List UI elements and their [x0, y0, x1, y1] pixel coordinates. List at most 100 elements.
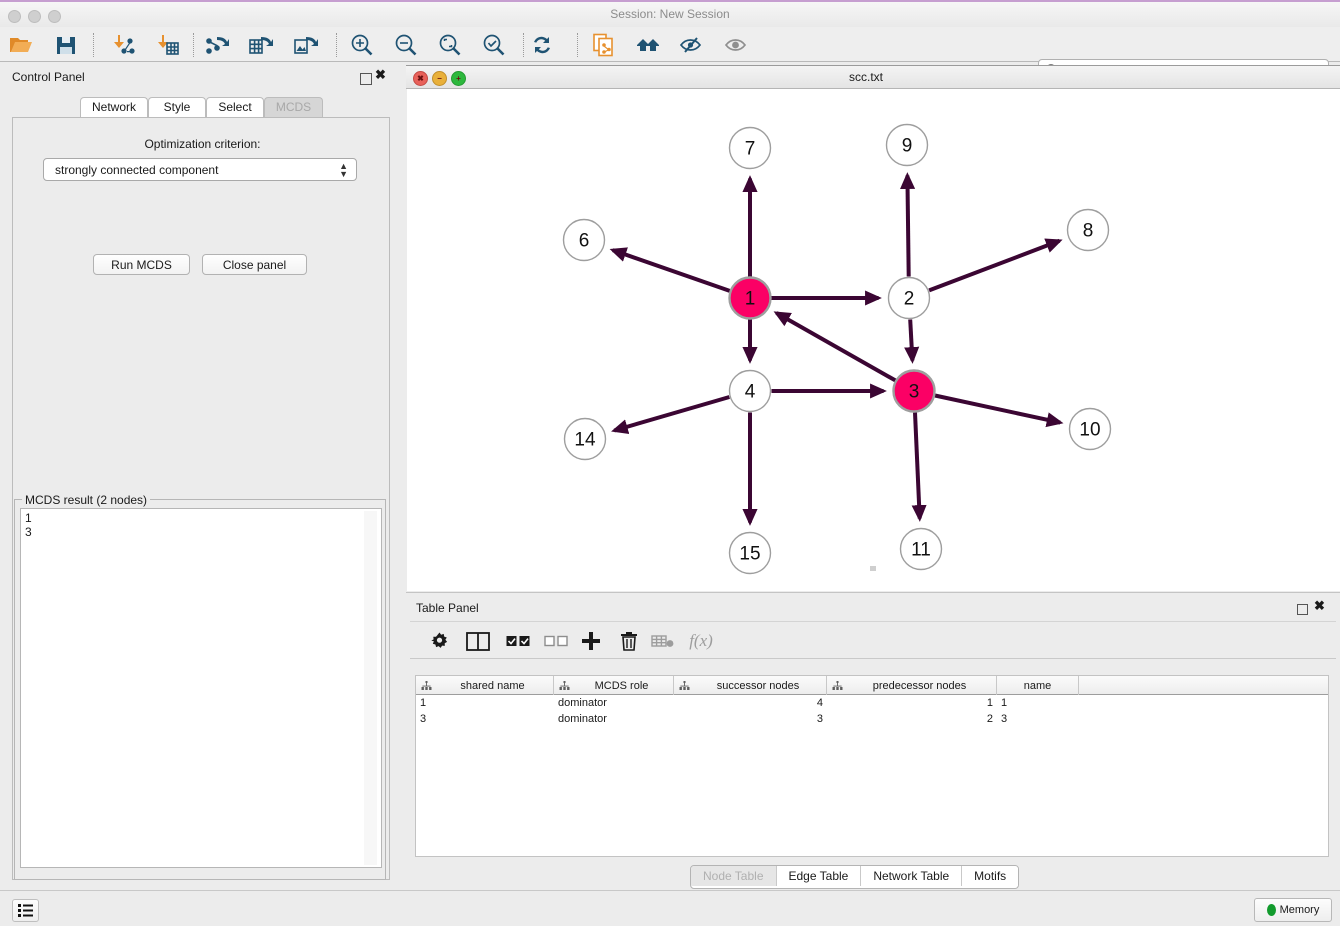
export-image-icon[interactable]: [293, 32, 319, 58]
run-mcds-button[interactable]: Run MCDS: [93, 254, 190, 275]
close-icon[interactable]: ✖: [375, 67, 386, 83]
graph-node-7[interactable]: 7: [730, 128, 771, 169]
graph-node-2[interactable]: 2: [889, 278, 930, 319]
table-column-header[interactable]: MCDS role: [554, 676, 674, 695]
memory-button[interactable]: Memory: [1254, 898, 1332, 922]
table-column-label: MCDS role: [570, 680, 673, 692]
graph-edge-4-to-14[interactable]: [614, 397, 729, 431]
zoom-out-icon[interactable]: [393, 32, 419, 58]
control-panel-tab-style[interactable]: Style: [148, 97, 206, 117]
close-panel-button[interactable]: Close panel: [202, 254, 307, 275]
graph-node-label: 10: [1079, 420, 1100, 441]
graph-node-label: 3: [909, 382, 920, 403]
control-panel-tab-select[interactable]: Select: [206, 97, 264, 117]
export-network-icon[interactable]: [205, 32, 231, 58]
float-panel-icon[interactable]: [360, 73, 372, 85]
close-icon[interactable]: ✖: [1314, 598, 1325, 614]
graph-edge-3-to-10[interactable]: [935, 396, 1060, 423]
select-all-checkboxes-icon[interactable]: [505, 629, 533, 653]
graph-node-14[interactable]: 14: [565, 419, 606, 460]
graph-node-11[interactable]: 11: [901, 529, 942, 570]
open-folder-icon[interactable]: [8, 32, 34, 58]
graph-node-10[interactable]: 10: [1070, 409, 1111, 450]
node-table[interactable]: shared name MCDS role successor nodes prede…: [415, 675, 1329, 857]
save-icon[interactable]: [53, 32, 79, 58]
import-table-icon[interactable]: [154, 32, 180, 58]
mcds-result-line: 3: [25, 525, 377, 539]
table-column-header[interactable]: predecessor nodes: [827, 676, 997, 695]
table-column-header[interactable]: successor nodes: [674, 676, 827, 695]
graph-edge-1-to-6[interactable]: [613, 250, 730, 291]
graph-node-8[interactable]: 8: [1068, 210, 1109, 251]
table-cell[interactable]: 3: [416, 711, 554, 727]
zoom-selected-icon[interactable]: [481, 32, 507, 58]
table-cell[interactable]: dominator: [554, 711, 674, 727]
memory-status-indicator: [1267, 904, 1276, 916]
float-panel-icon[interactable]: [1297, 604, 1308, 615]
graph-node-6[interactable]: 6: [564, 220, 605, 261]
optimization-criterion-value: strongly connected component: [55, 163, 218, 177]
split-columns-icon[interactable]: [465, 629, 491, 653]
network-graph[interactable]: 7 9 6 8 1 2 4 3 14 10 15 11: [407, 89, 1340, 591]
table-row[interactable]: 1dominator411: [416, 695, 1328, 711]
graph-edge-3-to-11[interactable]: [915, 413, 920, 519]
show-all-icon[interactable]: [724, 32, 750, 58]
optimization-criterion-select[interactable]: strongly connected component ▲▼: [43, 158, 357, 181]
optimization-criterion-label: Optimization criterion:: [0, 137, 405, 151]
graph-edge-2-to-9[interactable]: [907, 176, 908, 277]
control-panel: Control Panel ✖ NetworkStyleSelectMCDS O…: [0, 62, 405, 890]
split-pane-handle[interactable]: [870, 566, 876, 571]
table-cell[interactable]: 1: [416, 695, 554, 711]
graph-node-label: 2: [904, 289, 915, 310]
graph-node-label: 15: [739, 544, 760, 565]
refresh-icon[interactable]: [529, 32, 555, 58]
graph-node-15[interactable]: 15: [730, 533, 771, 574]
new-network-from-selection-icon[interactable]: [591, 32, 617, 58]
table-cell[interactable]: 1: [997, 695, 1079, 711]
table-tab-motifs[interactable]: Motifs: [962, 866, 1018, 886]
table-cell[interactable]: dominator: [554, 695, 674, 711]
plus-icon[interactable]: [579, 629, 603, 653]
table-row[interactable]: 3dominator323: [416, 711, 1328, 727]
graph-node-4[interactable]: 4: [730, 371, 771, 412]
control-panel-tab-mcds[interactable]: MCDS: [264, 97, 323, 117]
graph-edge-3-to-1[interactable]: [777, 313, 896, 380]
graph-node-label: 1: [745, 289, 756, 310]
table-column-label: predecessor nodes: [843, 680, 996, 692]
gear-icon[interactable]: [427, 629, 451, 653]
table-cell[interactable]: 4: [674, 695, 827, 711]
table-panel-title: Table Panel: [416, 601, 479, 615]
task-list-icon[interactable]: [12, 899, 39, 922]
hide-selected-icon[interactable]: [679, 32, 705, 58]
mcds-result-text[interactable]: 13: [20, 508, 382, 868]
graph-edge-2-to-3[interactable]: [910, 320, 912, 361]
table-tab-node-table[interactable]: Node Table: [691, 866, 777, 886]
table-tab-network-table[interactable]: Network Table: [861, 866, 962, 886]
table-cell[interactable]: 1: [827, 695, 997, 711]
edge-layer: [613, 176, 1060, 523]
deselect-all-checkboxes-icon[interactable]: [543, 629, 571, 653]
table-column-label: name: [997, 680, 1078, 692]
zoom-fit-icon[interactable]: [437, 32, 463, 58]
table-tab-edge-table[interactable]: Edge Table: [777, 866, 862, 886]
table-cell[interactable]: 2: [827, 711, 997, 727]
vertical-scrollbar[interactable]: [364, 511, 377, 865]
network-canvas[interactable]: 7 9 6 8 1 2 4 3 14 10 15 11: [407, 89, 1340, 591]
table-column-header[interactable]: name: [997, 676, 1079, 695]
session-title: Session: New Session: [0, 7, 1340, 21]
graph-node-1[interactable]: 1: [730, 278, 771, 319]
graph-edge-2-to-8[interactable]: [929, 241, 1059, 291]
home-icon[interactable]: [635, 32, 661, 58]
graph-node-9[interactable]: 9: [887, 125, 928, 166]
table-cell[interactable]: 3: [674, 711, 827, 727]
control-panel-tab-network[interactable]: Network: [80, 97, 148, 117]
import-network-icon[interactable]: [110, 32, 136, 58]
graph-node-label: 8: [1083, 221, 1094, 242]
export-table-icon[interactable]: [248, 32, 274, 58]
trash-icon[interactable]: [618, 629, 640, 653]
table-column-header[interactable]: shared name: [416, 676, 554, 695]
table-column-label: successor nodes: [690, 680, 826, 692]
graph-node-3[interactable]: 3: [894, 371, 935, 412]
table-cell[interactable]: 3: [997, 711, 1079, 727]
zoom-in-icon[interactable]: [349, 32, 375, 58]
